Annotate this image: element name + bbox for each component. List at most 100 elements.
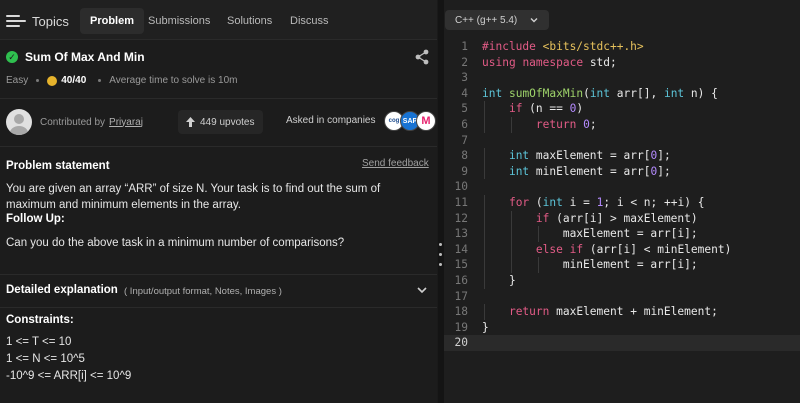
code-text: int maxElement = arr[0]; [508, 149, 671, 163]
detail-subtitle: ( Input/output format, Notes, Images ) [124, 286, 282, 297]
code-line[interactable]: 15 minElement = arr[i]; [444, 257, 800, 273]
line-number: 14 [454, 242, 468, 256]
code-line[interactable]: 2 using namespace std; [444, 55, 800, 71]
code-line[interactable]: 19} [444, 320, 800, 336]
detailed-explanation-toggle[interactable]: Detailed explanation ( Input/output form… [0, 274, 437, 308]
code-line[interactable]: 8 int maxElement = arr[0]; [444, 148, 800, 164]
separator-dot [98, 79, 102, 82]
detail-heading: Detailed explanation [6, 284, 118, 296]
code-text: } [482, 320, 489, 334]
divider [0, 98, 437, 99]
arrow-up-icon [186, 117, 195, 127]
menu-icon [6, 14, 26, 28]
contributor-row: Contributed by Priyaraj 449 upvotes Aske… [6, 108, 436, 136]
line-number: 10 [454, 180, 468, 194]
contributed-label: Contributed by [40, 116, 106, 128]
avg-time-text: Average time to solve is 10m [109, 75, 238, 86]
separator-dot [36, 79, 40, 82]
code-line[interactable]: 12 if (arr[i] > maxElement) [444, 210, 800, 227]
code-line[interactable]: 18 return maxElement + minElement; [444, 304, 800, 320]
code-text: return 0; [535, 117, 597, 131]
constraint-line: 1 <= T <= 10 [6, 336, 72, 348]
tab-problem[interactable]: Problem [80, 8, 145, 34]
code-line[interactable]: 1 #include <bits/stdc++.h> [444, 39, 800, 55]
code-line[interactable]: 3 [444, 70, 800, 86]
code-text: for (int i = 1; i < n; ++i) { [508, 195, 705, 209]
line-number: 11 [454, 195, 468, 209]
code-line[interactable]: 13 maxElement = arr[i]; [444, 226, 800, 242]
line-number: 13 [454, 227, 468, 241]
line-number: 3 [461, 71, 468, 85]
code-editor[interactable]: 1 #include <bits/stdc++.h> 2 using namespac… [444, 39, 800, 351]
avatar [6, 109, 32, 135]
line-number: 5 [461, 102, 468, 116]
company-logos[interactable]: cog SAP M [384, 111, 436, 131]
line-number: 16 [454, 273, 468, 287]
topics-button[interactable]: Topics [6, 10, 69, 32]
divider [0, 146, 437, 147]
myntra-icon: M [416, 111, 436, 131]
language-select[interactable]: C++ (g++ 5.4) [445, 10, 549, 30]
line-number: 20 [454, 336, 468, 350]
drag-handle-icon[interactable] [439, 243, 443, 273]
send-feedback-link[interactable]: Send feedback [362, 158, 429, 169]
line-number: 9 [461, 164, 468, 178]
code-text: else if (arr[i] < minElement) [535, 242, 732, 256]
code-text: #include <bits/stdc++.h> [482, 40, 644, 53]
problem-meta: Easy 40/40 Average time to solve is 10m [6, 75, 237, 86]
line-number: 17 [454, 289, 468, 303]
code-line[interactable]: 10 [444, 179, 800, 195]
upvote-count: 449 upvotes [200, 116, 255, 128]
line-number: 18 [454, 305, 468, 319]
code-line[interactable]: 17 [444, 289, 800, 305]
line-number: 12 [454, 211, 468, 225]
line-number: 2 [461, 55, 468, 69]
score-value: 40/40 [61, 75, 87, 86]
difficulty-label: Easy [6, 75, 29, 86]
chevron-down-icon [417, 287, 427, 294]
topics-label: Topics [32, 13, 69, 29]
line-number: 4 [461, 86, 468, 100]
constraint-line: -10^9 <= ARR[i] <= 10^9 [6, 370, 132, 382]
code-line[interactable]: 20 [444, 335, 800, 351]
code-text: if (arr[i] > maxElement) [535, 211, 698, 225]
code-line[interactable]: 9 int minElement = arr[0]; [444, 163, 800, 180]
problem-statement: You are given an array “ARR” of size N. … [6, 183, 381, 211]
statement-heading: Problem statement [6, 160, 110, 172]
code-text: } [482, 273, 516, 287]
code-text: minElement = arr[i]; [562, 258, 698, 272]
share-icon[interactable] [414, 49, 430, 65]
line-number: 8 [461, 149, 468, 163]
upvote-button[interactable]: 449 upvotes [178, 110, 263, 134]
code-line[interactable]: 14 else if (arr[i] < minElement) [444, 241, 800, 258]
code-line[interactable]: 7 [444, 133, 800, 149]
code-line[interactable]: 11 for (int i = 1; i < n; ++i) { [444, 194, 800, 211]
code-line[interactable]: 6 return 0; [444, 116, 800, 133]
tab-submissions[interactable]: Submissions [148, 8, 210, 34]
problem-title: Sum Of Max And Min [25, 50, 145, 64]
code-line[interactable]: 4 int sumOfMaxMin(int arr[], int n) { [444, 86, 800, 102]
problem-title-row: ✓ Sum Of Max And Min [6, 50, 145, 64]
language-value: C++ (g++ 5.4) [455, 14, 518, 26]
line-number: 19 [454, 320, 468, 334]
code-text: int minElement = arr[0]; [508, 164, 671, 178]
line-number: 1 [461, 40, 468, 53]
code-text: using namespace std; [482, 55, 617, 69]
tab-solutions[interactable]: Solutions [227, 8, 272, 34]
line-number: 6 [461, 117, 468, 131]
follow-up-text: Can you do the above task in a minimum n… [6, 237, 345, 249]
code-line[interactable]: 16 } [444, 272, 800, 289]
coin-icon [47, 75, 58, 86]
chevron-down-icon [530, 18, 538, 23]
author-link[interactable]: Priyaraj [109, 117, 143, 128]
code-text: int sumOfMaxMin(int arr[], int n) { [482, 86, 718, 100]
code-line[interactable]: 5 if (n == 0) [444, 101, 800, 117]
constraints-heading: Constraints: [6, 314, 74, 326]
tab-discuss[interactable]: Discuss [290, 8, 329, 34]
problem-pane: Topics Problem Submissions Solutions Dis… [0, 0, 437, 403]
problem-nav-bar: Topics Problem Submissions Solutions Dis… [0, 0, 437, 40]
constraint-line: 1 <= N <= 10^5 [6, 353, 85, 365]
follow-up-heading: Follow Up: [6, 213, 65, 225]
line-number: 7 [461, 133, 468, 147]
code-text: return maxElement + minElement; [508, 305, 718, 319]
